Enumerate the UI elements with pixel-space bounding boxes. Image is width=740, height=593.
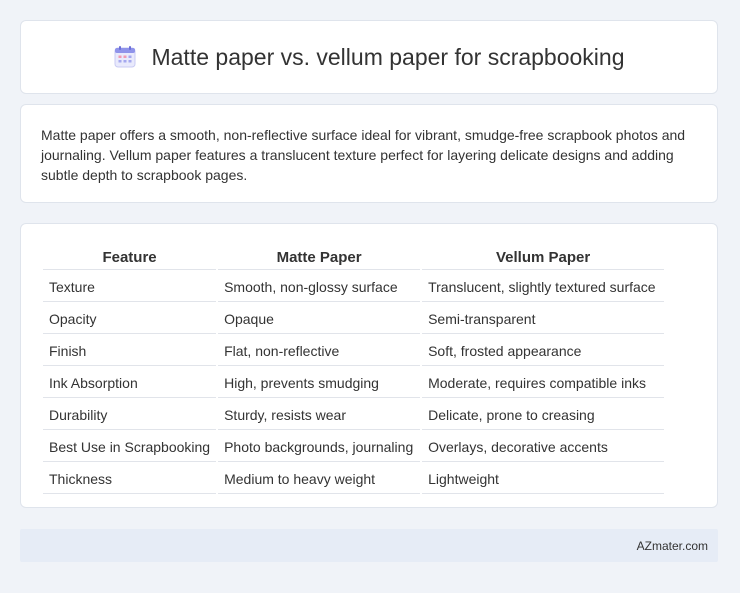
feature-cell: Opacity: [43, 304, 217, 334]
vellum-cell: Delicate, prone to creasing: [422, 400, 665, 430]
table-row: Best Use in Scrapbooking Photo backgroun…: [43, 432, 665, 462]
header-vellum-paper: Vellum Paper: [422, 246, 665, 270]
matte-cell: Photo backgrounds, journaling: [218, 432, 421, 462]
title-wrap: Matte paper vs. vellum paper for scrapbo…: [113, 43, 625, 71]
feature-cell: Best Use in Scrapbooking: [43, 432, 217, 462]
table-row: Thickness Medium to heavy weight Lightwe…: [43, 464, 665, 494]
comparison-card: Feature Matte Paper Vellum Paper Texture…: [20, 223, 718, 508]
table-row: Ink Absorption High, prevents smudging M…: [43, 368, 665, 398]
vellum-cell: Overlays, decorative accents: [422, 432, 665, 462]
matte-cell: Medium to heavy weight: [218, 464, 421, 494]
matte-cell: Opaque: [218, 304, 421, 334]
matte-cell: Sturdy, resists wear: [218, 400, 421, 430]
title-card: Matte paper vs. vellum paper for scrapbo…: [20, 20, 718, 94]
header-feature: Feature: [43, 246, 217, 270]
feature-cell: Texture: [43, 272, 217, 302]
comparison-table: Feature Matte Paper Vellum Paper Texture…: [41, 244, 666, 496]
feature-cell: Ink Absorption: [43, 368, 217, 398]
vellum-cell: Lightweight: [422, 464, 665, 494]
matte-cell: High, prevents smudging: [218, 368, 421, 398]
header-matte-paper: Matte Paper: [218, 246, 421, 270]
vellum-cell: Translucent, slightly textured surface: [422, 272, 665, 302]
calendar-icon: [113, 45, 137, 69]
table-row: Texture Smooth, non-glossy surface Trans…: [43, 272, 665, 302]
vellum-cell: Semi-transparent: [422, 304, 665, 334]
table-row: Finish Flat, non-reflective Soft, froste…: [43, 336, 665, 366]
matte-cell: Flat, non-reflective: [218, 336, 421, 366]
matte-cell: Smooth, non-glossy surface: [218, 272, 421, 302]
footer-site-link[interactable]: AZmater.com: [637, 539, 708, 553]
feature-cell: Thickness: [43, 464, 217, 494]
table-header-row: Feature Matte Paper Vellum Paper: [43, 246, 665, 270]
description-card: Matte paper offers a smooth, non-reflect…: [20, 104, 718, 203]
page-title: Matte paper vs. vellum paper for scrapbo…: [151, 43, 625, 70]
description-text: Matte paper offers a smooth, non-reflect…: [41, 127, 686, 183]
feature-cell: Finish: [43, 336, 217, 366]
footer: AZmater.com: [20, 529, 718, 562]
vellum-cell: Moderate, requires compatible inks: [422, 368, 665, 398]
table-row: Opacity Opaque Semi-transparent: [43, 304, 665, 334]
table-row: Durability Sturdy, resists wear Delicate…: [43, 400, 665, 430]
feature-cell: Durability: [43, 400, 217, 430]
vellum-cell: Soft, frosted appearance: [422, 336, 665, 366]
